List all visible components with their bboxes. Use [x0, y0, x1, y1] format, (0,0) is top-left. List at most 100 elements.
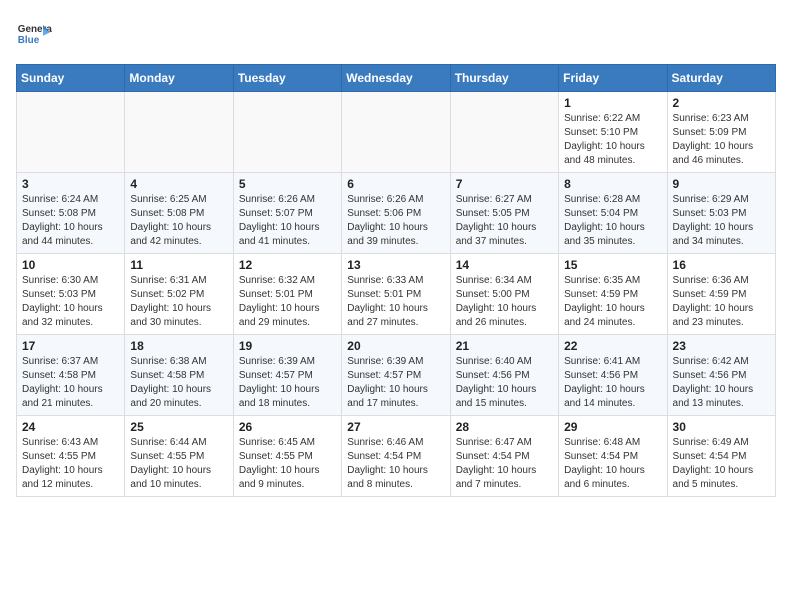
calendar-cell: 30 Sunrise: 6:49 AMSunset: 4:54 PMDaylig…	[667, 416, 775, 497]
day-info: Sunrise: 6:37 AMSunset: 4:58 PMDaylight:…	[22, 356, 103, 409]
calendar-table: SundayMondayTuesdayWednesdayThursdayFrid…	[16, 64, 776, 497]
day-number: 29	[564, 420, 661, 434]
day-info: Sunrise: 6:27 AMSunset: 5:05 PMDaylight:…	[456, 194, 537, 247]
day-number: 30	[673, 420, 770, 434]
day-info: Sunrise: 6:26 AMSunset: 5:06 PMDaylight:…	[347, 194, 428, 247]
calendar-cell: 13 Sunrise: 6:33 AMSunset: 5:01 PMDaylig…	[342, 254, 450, 335]
day-number: 1	[564, 96, 661, 110]
day-info: Sunrise: 6:48 AMSunset: 4:54 PMDaylight:…	[564, 437, 645, 490]
calendar-cell	[233, 92, 341, 173]
day-number: 13	[347, 258, 444, 272]
day-info: Sunrise: 6:45 AMSunset: 4:55 PMDaylight:…	[239, 437, 320, 490]
day-info: Sunrise: 6:24 AMSunset: 5:08 PMDaylight:…	[22, 194, 103, 247]
day-number: 18	[130, 339, 227, 353]
calendar-cell: 16 Sunrise: 6:36 AMSunset: 4:59 PMDaylig…	[667, 254, 775, 335]
calendar-cell: 6 Sunrise: 6:26 AMSunset: 5:06 PMDayligh…	[342, 173, 450, 254]
svg-text:Blue: Blue	[18, 35, 40, 46]
calendar-cell: 15 Sunrise: 6:35 AMSunset: 4:59 PMDaylig…	[559, 254, 667, 335]
calendar-cell: 8 Sunrise: 6:28 AMSunset: 5:04 PMDayligh…	[559, 173, 667, 254]
day-number: 21	[456, 339, 553, 353]
day-info: Sunrise: 6:28 AMSunset: 5:04 PMDaylight:…	[564, 194, 645, 247]
day-info: Sunrise: 6:34 AMSunset: 5:00 PMDaylight:…	[456, 275, 537, 328]
day-header-thursday: Thursday	[450, 65, 558, 92]
day-number: 24	[22, 420, 119, 434]
day-info: Sunrise: 6:42 AMSunset: 4:56 PMDaylight:…	[673, 356, 754, 409]
day-number: 19	[239, 339, 336, 353]
calendar-cell: 22 Sunrise: 6:41 AMSunset: 4:56 PMDaylig…	[559, 335, 667, 416]
calendar-cell: 28 Sunrise: 6:47 AMSunset: 4:54 PMDaylig…	[450, 416, 558, 497]
day-number: 20	[347, 339, 444, 353]
calendar-cell: 29 Sunrise: 6:48 AMSunset: 4:54 PMDaylig…	[559, 416, 667, 497]
calendar-week-3: 10 Sunrise: 6:30 AMSunset: 5:03 PMDaylig…	[17, 254, 776, 335]
calendar-cell: 23 Sunrise: 6:42 AMSunset: 4:56 PMDaylig…	[667, 335, 775, 416]
page-header: General Blue	[16, 16, 776, 52]
day-info: Sunrise: 6:35 AMSunset: 4:59 PMDaylight:…	[564, 275, 645, 328]
day-number: 2	[673, 96, 770, 110]
day-info: Sunrise: 6:32 AMSunset: 5:01 PMDaylight:…	[239, 275, 320, 328]
calendar-cell: 14 Sunrise: 6:34 AMSunset: 5:00 PMDaylig…	[450, 254, 558, 335]
day-number: 16	[673, 258, 770, 272]
day-info: Sunrise: 6:31 AMSunset: 5:02 PMDaylight:…	[130, 275, 211, 328]
day-info: Sunrise: 6:39 AMSunset: 4:57 PMDaylight:…	[239, 356, 320, 409]
calendar-cell	[450, 92, 558, 173]
calendar-cell: 25 Sunrise: 6:44 AMSunset: 4:55 PMDaylig…	[125, 416, 233, 497]
day-info: Sunrise: 6:41 AMSunset: 4:56 PMDaylight:…	[564, 356, 645, 409]
day-info: Sunrise: 6:49 AMSunset: 4:54 PMDaylight:…	[673, 437, 754, 490]
day-number: 12	[239, 258, 336, 272]
day-info: Sunrise: 6:46 AMSunset: 4:54 PMDaylight:…	[347, 437, 428, 490]
calendar-header-row: SundayMondayTuesdayWednesdayThursdayFrid…	[17, 65, 776, 92]
calendar-cell: 4 Sunrise: 6:25 AMSunset: 5:08 PMDayligh…	[125, 173, 233, 254]
day-info: Sunrise: 6:38 AMSunset: 4:58 PMDaylight:…	[130, 356, 211, 409]
day-info: Sunrise: 6:33 AMSunset: 5:01 PMDaylight:…	[347, 275, 428, 328]
day-number: 26	[239, 420, 336, 434]
calendar-cell	[342, 92, 450, 173]
calendar-cell: 19 Sunrise: 6:39 AMSunset: 4:57 PMDaylig…	[233, 335, 341, 416]
day-number: 9	[673, 177, 770, 191]
logo: General Blue	[16, 16, 52, 52]
day-header-friday: Friday	[559, 65, 667, 92]
day-number: 28	[456, 420, 553, 434]
calendar-cell: 2 Sunrise: 6:23 AMSunset: 5:09 PMDayligh…	[667, 92, 775, 173]
calendar-cell: 26 Sunrise: 6:45 AMSunset: 4:55 PMDaylig…	[233, 416, 341, 497]
calendar-cell: 11 Sunrise: 6:31 AMSunset: 5:02 PMDaylig…	[125, 254, 233, 335]
day-number: 25	[130, 420, 227, 434]
day-header-tuesday: Tuesday	[233, 65, 341, 92]
day-number: 17	[22, 339, 119, 353]
calendar-cell: 3 Sunrise: 6:24 AMSunset: 5:08 PMDayligh…	[17, 173, 125, 254]
day-number: 4	[130, 177, 227, 191]
calendar-week-1: 1 Sunrise: 6:22 AMSunset: 5:10 PMDayligh…	[17, 92, 776, 173]
day-number: 6	[347, 177, 444, 191]
calendar-week-2: 3 Sunrise: 6:24 AMSunset: 5:08 PMDayligh…	[17, 173, 776, 254]
day-number: 14	[456, 258, 553, 272]
calendar-cell	[125, 92, 233, 173]
calendar-cell: 9 Sunrise: 6:29 AMSunset: 5:03 PMDayligh…	[667, 173, 775, 254]
day-number: 23	[673, 339, 770, 353]
day-header-sunday: Sunday	[17, 65, 125, 92]
day-info: Sunrise: 6:43 AMSunset: 4:55 PMDaylight:…	[22, 437, 103, 490]
day-number: 3	[22, 177, 119, 191]
calendar-cell: 10 Sunrise: 6:30 AMSunset: 5:03 PMDaylig…	[17, 254, 125, 335]
calendar-cell: 1 Sunrise: 6:22 AMSunset: 5:10 PMDayligh…	[559, 92, 667, 173]
calendar-week-4: 17 Sunrise: 6:37 AMSunset: 4:58 PMDaylig…	[17, 335, 776, 416]
calendar-cell: 7 Sunrise: 6:27 AMSunset: 5:05 PMDayligh…	[450, 173, 558, 254]
logo-icon: General Blue	[16, 16, 52, 52]
day-info: Sunrise: 6:47 AMSunset: 4:54 PMDaylight:…	[456, 437, 537, 490]
day-number: 10	[22, 258, 119, 272]
calendar-cell: 24 Sunrise: 6:43 AMSunset: 4:55 PMDaylig…	[17, 416, 125, 497]
day-number: 7	[456, 177, 553, 191]
calendar-cell: 12 Sunrise: 6:32 AMSunset: 5:01 PMDaylig…	[233, 254, 341, 335]
day-header-monday: Monday	[125, 65, 233, 92]
calendar-cell: 21 Sunrise: 6:40 AMSunset: 4:56 PMDaylig…	[450, 335, 558, 416]
day-number: 8	[564, 177, 661, 191]
day-number: 15	[564, 258, 661, 272]
day-info: Sunrise: 6:26 AMSunset: 5:07 PMDaylight:…	[239, 194, 320, 247]
day-info: Sunrise: 6:22 AMSunset: 5:10 PMDaylight:…	[564, 113, 645, 166]
day-info: Sunrise: 6:23 AMSunset: 5:09 PMDaylight:…	[673, 113, 754, 166]
day-info: Sunrise: 6:29 AMSunset: 5:03 PMDaylight:…	[673, 194, 754, 247]
calendar-cell	[17, 92, 125, 173]
day-number: 5	[239, 177, 336, 191]
calendar-cell: 17 Sunrise: 6:37 AMSunset: 4:58 PMDaylig…	[17, 335, 125, 416]
calendar-cell: 27 Sunrise: 6:46 AMSunset: 4:54 PMDaylig…	[342, 416, 450, 497]
day-number: 27	[347, 420, 444, 434]
day-info: Sunrise: 6:36 AMSunset: 4:59 PMDaylight:…	[673, 275, 754, 328]
